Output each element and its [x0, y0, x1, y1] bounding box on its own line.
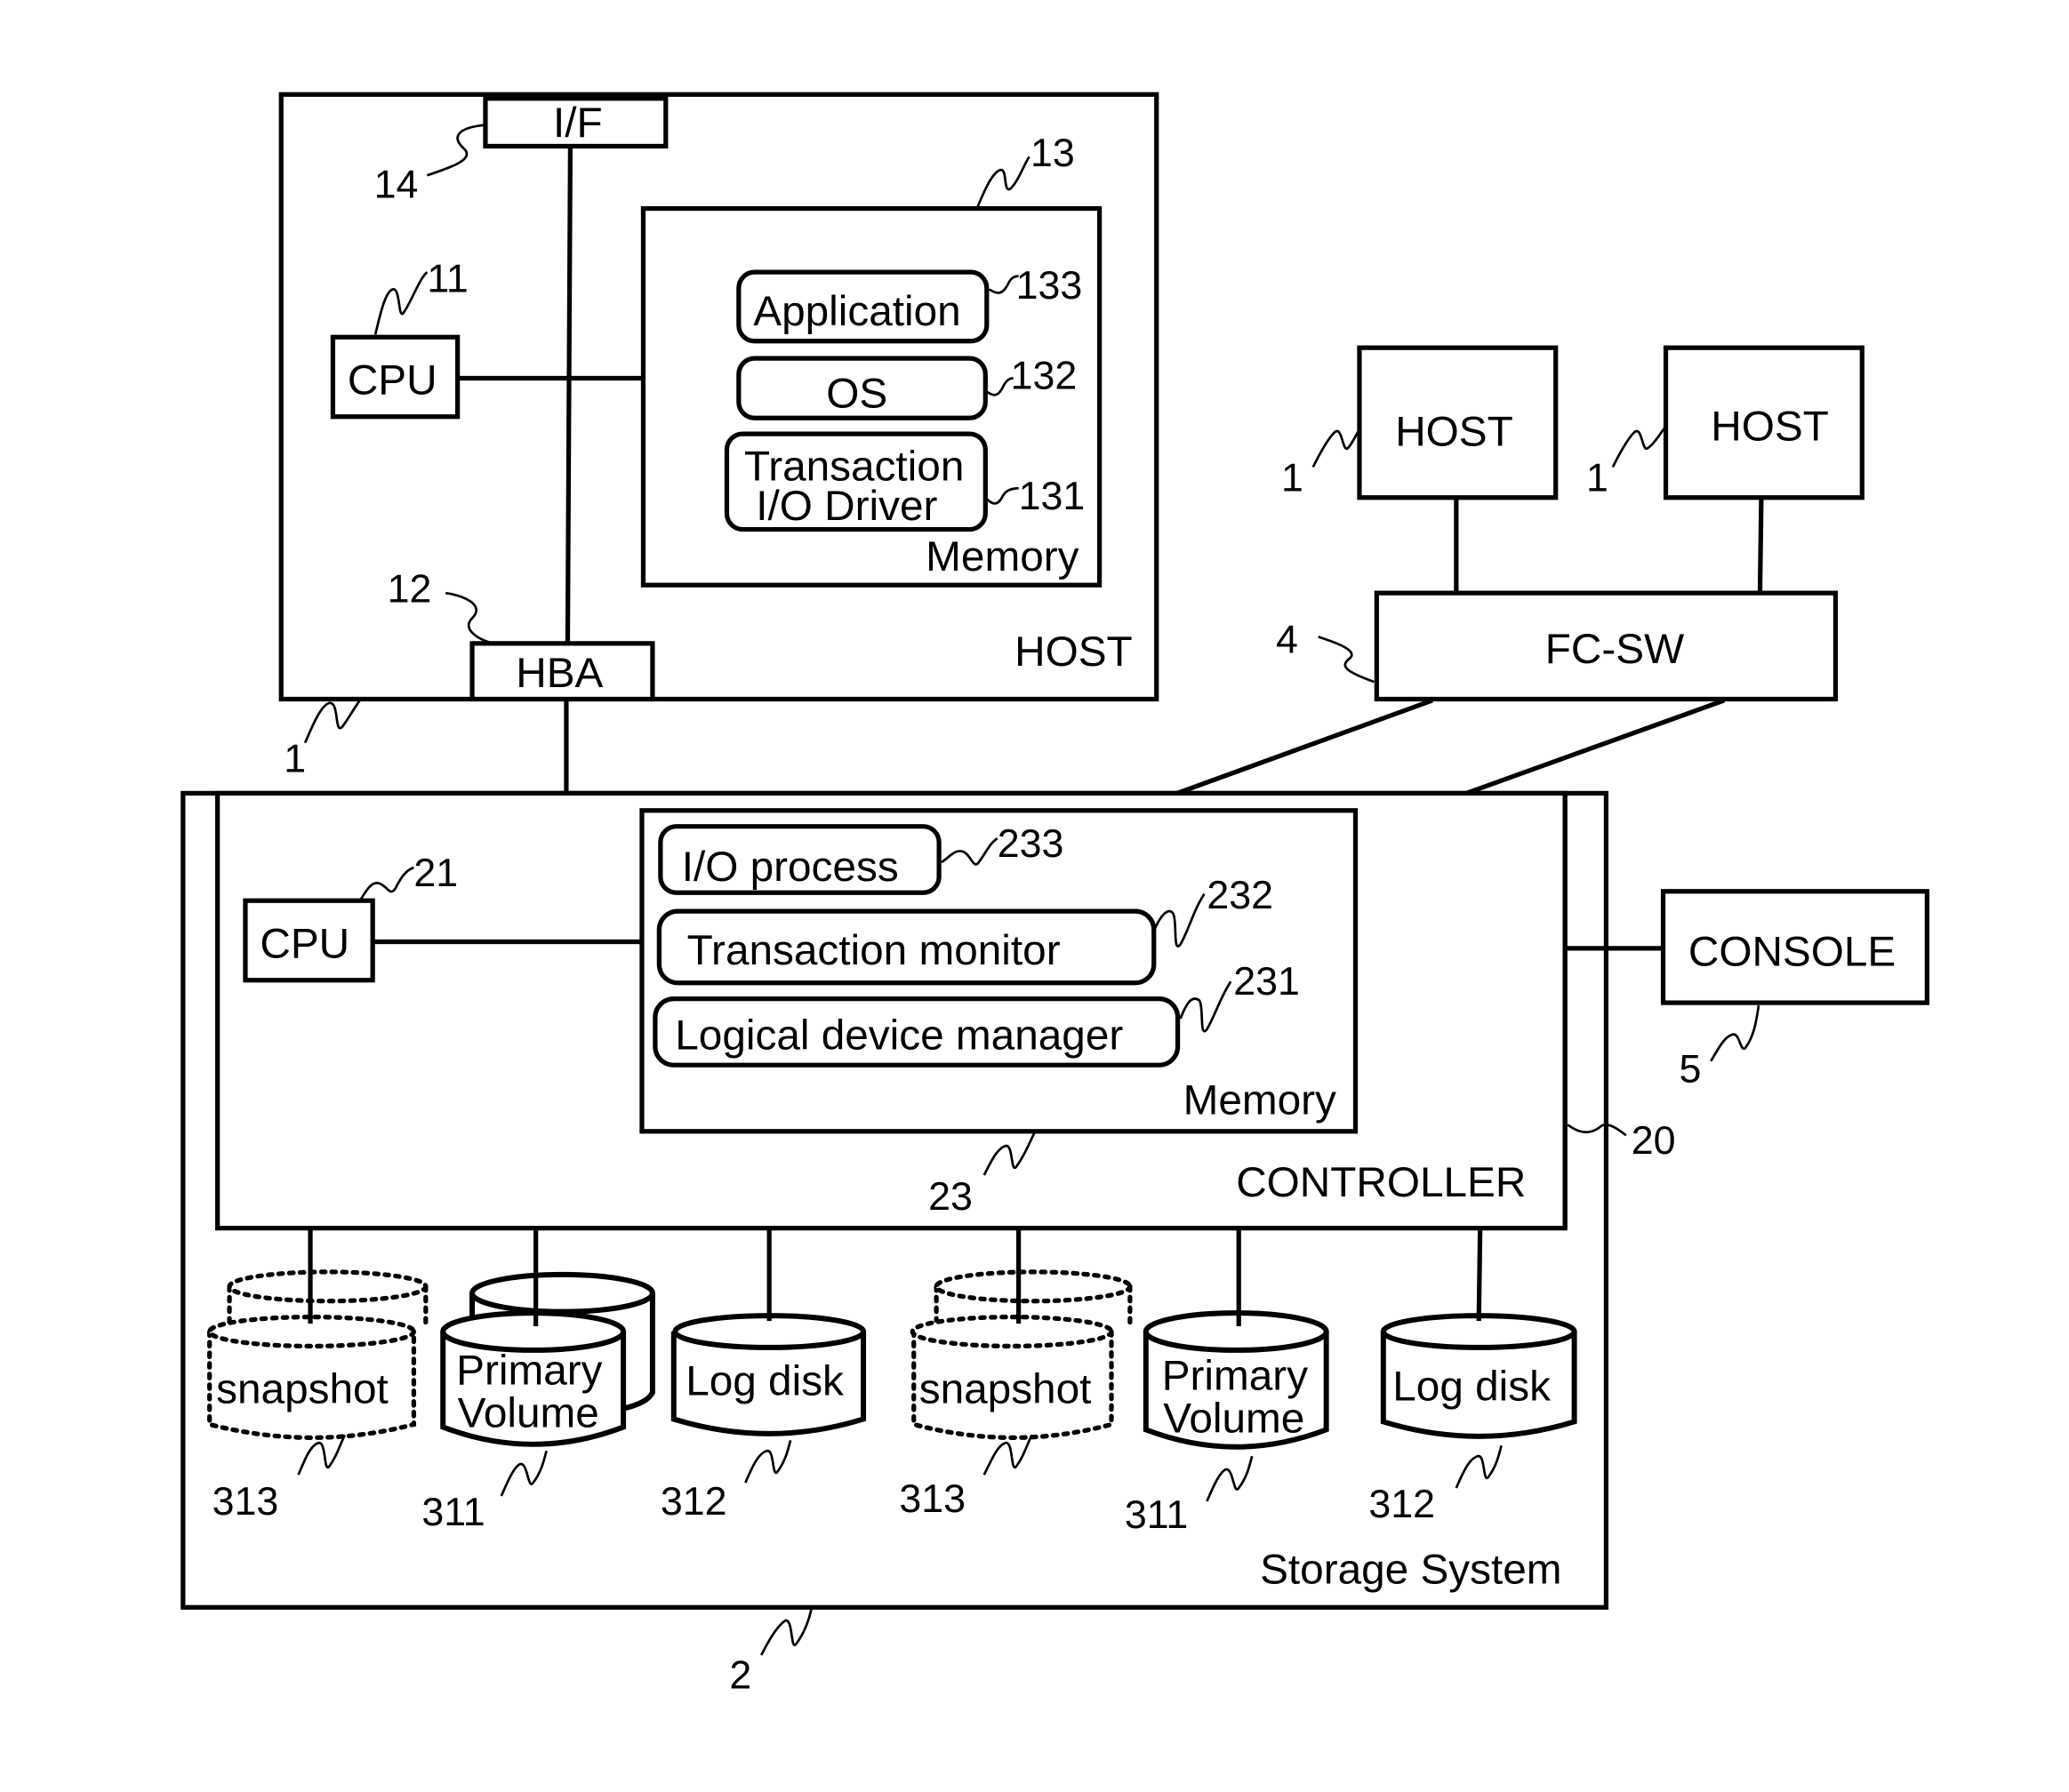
fc-switch-link-2 — [1457, 698, 1726, 798]
transaction-monitor-ref: 232 — [1207, 873, 1273, 917]
io-process-ref: 233 — [998, 821, 1064, 866]
primary-2-label-line1: Primary — [1162, 1353, 1309, 1400]
logical-device-manager-ref: 231 — [1233, 959, 1300, 1004]
primary-1-ref: 311 — [421, 1490, 485, 1534]
transaction-io-driver-label-line2: I/O Driver — [756, 483, 937, 530]
primary-1-label-line1: Primary — [456, 1348, 603, 1395]
interface-ref: 14 — [374, 163, 419, 207]
other-host-2-leader — [1611, 423, 1669, 468]
other-host-2-ref: 1 — [1586, 455, 1608, 500]
snapshot-2-ref: 313 — [899, 1476, 966, 1521]
hba-label: HBA — [516, 650, 603, 697]
hba-ref: 12 — [388, 567, 432, 612]
controller: CONTROLLER 20 CPU 21 Memory 23 I/O proce — [215, 790, 1676, 1231]
fc-switch-ref: 4 — [1276, 617, 1298, 661]
controller-label: CONTROLLER — [1236, 1159, 1526, 1206]
controller-cpu-ref: 21 — [413, 851, 458, 895]
host-main-leader — [303, 698, 362, 744]
controller-cpu-label: CPU — [260, 920, 349, 967]
primary-1-label-line2: Volume — [458, 1389, 599, 1436]
controller-memory-label: Memory — [1183, 1076, 1336, 1124]
other-host-1-leader — [1311, 426, 1362, 468]
host-main-ref: 1 — [284, 737, 306, 781]
snapshot-2-front-top — [910, 1314, 1114, 1349]
primary-2-ref: 311 — [1125, 1492, 1188, 1537]
transaction-io-driver-ref: 131 — [1019, 474, 1086, 518]
primary-1-front-top — [440, 1310, 627, 1353]
storage-system-leader — [760, 1607, 814, 1656]
controller-memory-ref: 23 — [928, 1174, 973, 1219]
host-cpu-ref: 11 — [427, 257, 468, 301]
interface-label: I/F — [553, 100, 603, 147]
console-ref: 5 — [1679, 1047, 1701, 1092]
other-host-2-label: HOST — [1711, 404, 1829, 451]
snapshot-1-label: snapshot — [216, 1366, 389, 1413]
console: CONSOLE 5 — [1660, 889, 1930, 1092]
log-2-link — [1476, 1228, 1483, 1322]
log-2-ref: 312 — [1368, 1482, 1435, 1526]
fc-switch-link-1 — [1168, 698, 1433, 798]
application-ref: 133 — [1016, 263, 1083, 308]
host-memory-ref: 13 — [1030, 131, 1075, 175]
log-1-label: Log disk — [686, 1358, 844, 1405]
snapshot-1-back-top — [227, 1269, 429, 1304]
console-label: CONSOLE — [1688, 928, 1896, 975]
logical-device-manager-label: Logical device manager — [675, 1012, 1123, 1059]
application-label: Application — [753, 288, 960, 335]
snapshot-2-back-top — [934, 1269, 1133, 1304]
snapshot-1-ref: 313 — [213, 1479, 279, 1524]
storage-system: Storage System 2 CONTROLLER 20 CPU 21 Me… — [180, 790, 1676, 1697]
console-leader — [1710, 1004, 1760, 1062]
log-1-ref: 312 — [661, 1479, 727, 1524]
host-memory-label: Memory — [926, 533, 1079, 580]
primary-2-label-line2: Volume — [1163, 1395, 1304, 1442]
storage-system-label: Storage System — [1260, 1546, 1561, 1593]
fc-switch-leader — [1318, 636, 1375, 684]
primary-1-back-top — [469, 1271, 655, 1315]
system-diagram: HOST I/F 14 CPU 11 HBA 12 Memory 13 Appl… — [180, 92, 1930, 1697]
host-main-title: HOST — [1014, 628, 1133, 676]
os-ref: 132 — [1011, 353, 1078, 397]
os-label: OS — [826, 370, 887, 417]
host-cpu-label: CPU — [348, 356, 437, 404]
host-main: HOST I/F 14 CPU 11 HBA 12 Memory 13 Appl… — [278, 92, 1159, 781]
other-host-1-ref: 1 — [1281, 455, 1303, 500]
transaction-monitor-label: Transaction monitor — [687, 927, 1061, 974]
storage-system-ref: 2 — [729, 1652, 751, 1697]
log-2-label: Log disk — [1392, 1364, 1551, 1411]
controller-ref: 20 — [1632, 1118, 1676, 1163]
fc-switch-label: FC-SW — [1545, 626, 1684, 673]
fc-switch: FC-SW 4 — [1168, 590, 1839, 798]
other-host-2: HOST 1 — [1586, 345, 1865, 594]
primary-2-top — [1143, 1310, 1329, 1353]
snapshot-2-label: snapshot — [919, 1366, 1092, 1413]
other-host-1-label: HOST — [1395, 409, 1513, 456]
host-bus-vertical — [565, 146, 573, 645]
io-process-label: I/O process — [682, 844, 899, 891]
other-host-1: HOST 1 — [1281, 345, 1559, 594]
